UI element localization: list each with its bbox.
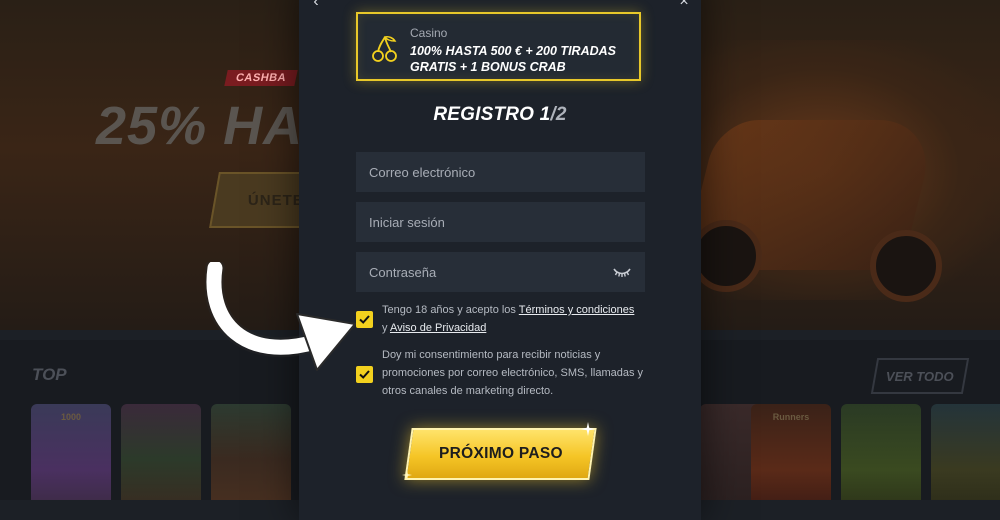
- see-all-button[interactable]: VER TODO: [870, 358, 970, 394]
- next-step-label: PRÓXIMO PASO: [438, 445, 563, 462]
- terms-text-mid: y: [382, 322, 390, 334]
- title-text: REGISTRO 1: [433, 104, 551, 125]
- see-all-label: VER TODO: [886, 368, 954, 384]
- game-tile[interactable]: 1000: [31, 404, 111, 500]
- login-placeholder: Iniciar sesión: [369, 214, 445, 230]
- game-tile[interactable]: [841, 404, 921, 500]
- section-title: TOP: [32, 365, 67, 384]
- close-icon[interactable]: ×: [667, 0, 701, 10]
- game-tile-caption: Runners: [772, 412, 810, 422]
- password-placeholder: Contraseña: [369, 264, 437, 280]
- next-step-button[interactable]: PRÓXIMO PASO: [404, 428, 597, 480]
- game-tile[interactable]: Runners: [751, 404, 831, 500]
- password-field[interactable]: Contraseña: [356, 252, 645, 292]
- email-placeholder: Correo electrónico: [369, 164, 476, 180]
- login-field[interactable]: Iniciar sesión: [356, 202, 645, 242]
- bonus-category: Casino: [410, 26, 448, 40]
- marketing-text: Doy mi consentimiento para recibir notic…: [382, 349, 644, 397]
- bonus-offer: 100% HASTA 500 € + 200 TIRADAS GRATIS + …: [410, 44, 616, 74]
- page-title: REGISTRO 1/2: [299, 104, 701, 126]
- terms-text: Tengo 18 años y acepto los Términos y co…: [382, 301, 652, 337]
- cashback-badge: CASHBA: [224, 70, 298, 86]
- bonus-card[interactable]: Casino 100% HASTA 500 € + 200 TIRADAS GR…: [356, 12, 641, 81]
- title-step: /2: [550, 104, 567, 125]
- car-wheel: [870, 230, 942, 302]
- cherry-icon: [372, 36, 397, 62]
- join-button-label: ÚNETE: [248, 191, 304, 209]
- sparkle-icon: [402, 470, 412, 480]
- privacy-link[interactable]: Aviso de Privacidad: [390, 322, 486, 334]
- eye-closed-icon[interactable]: [613, 266, 631, 278]
- terms-text-before: Tengo 18 años y acepto los: [382, 304, 519, 316]
- game-tile[interactable]: [121, 404, 201, 500]
- back-icon[interactable]: ‹: [299, 0, 333, 10]
- terms-link[interactable]: Términos y condiciones: [519, 304, 635, 316]
- curved-arrow-icon: [205, 262, 356, 371]
- game-tile-caption: 1000: [60, 412, 82, 422]
- game-tile[interactable]: [211, 404, 291, 500]
- email-field[interactable]: Correo electrónico: [356, 152, 645, 192]
- game-tile[interactable]: [931, 404, 1000, 500]
- sparkle-icon: [581, 422, 595, 436]
